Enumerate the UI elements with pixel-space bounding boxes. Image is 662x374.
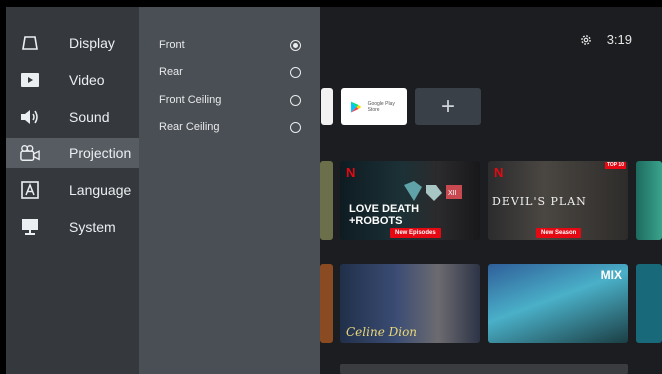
- projection-option-front[interactable]: Front: [139, 34, 320, 58]
- artwork-icon: XII: [404, 181, 462, 201]
- radio-button[interactable]: [290, 40, 301, 51]
- new-season-badge: New Season: [536, 228, 582, 238]
- menu-label: Sound: [69, 109, 110, 125]
- content-card[interactable]: [320, 264, 333, 343]
- content-card-love-death-robots[interactable]: N XII LOVE DEATH +ROBOTS New Episodes: [340, 161, 480, 240]
- album-title: Celine Dion: [346, 325, 418, 339]
- option-label: Front Ceiling: [159, 94, 222, 106]
- menu-label: Display: [69, 35, 115, 51]
- google-play-icon: [351, 101, 362, 112]
- menu-label: Video: [69, 72, 105, 88]
- netflix-icon: N: [346, 165, 356, 180]
- option-label: Front: [159, 39, 185, 51]
- menu-item-display[interactable]: Display: [6, 28, 139, 58]
- projection-submenu: Front Rear Front Ceiling Rear Ceiling: [139, 7, 320, 374]
- projection-option-rear[interactable]: Rear: [139, 61, 320, 85]
- menu-label: System: [69, 219, 116, 235]
- video-icon: [20, 70, 40, 90]
- menu-item-video[interactable]: Video: [6, 65, 139, 95]
- new-episodes-badge: New Episodes: [390, 228, 441, 238]
- netflix-icon: N: [494, 165, 504, 180]
- system-icon: [20, 217, 40, 237]
- menu-item-system[interactable]: System: [6, 212, 139, 242]
- menu-item-projection[interactable]: Projection: [6, 138, 139, 168]
- show-title: DEVIL'S PLAN: [492, 195, 587, 208]
- clock: 3:19: [606, 32, 632, 47]
- content-card[interactable]: [320, 161, 333, 240]
- content-card[interactable]: [636, 264, 662, 343]
- language-icon: [20, 180, 40, 200]
- top10-badge: TOP 10: [604, 162, 626, 169]
- content-row-strip: [340, 364, 628, 374]
- projection-option-front-ceiling[interactable]: Front Ceiling: [139, 89, 320, 113]
- display-icon: [20, 33, 40, 53]
- menu-item-language[interactable]: Language: [6, 175, 139, 205]
- show-title: LOVE DEATH +ROBOTS: [349, 203, 420, 227]
- google-play-label: Google Play Store: [367, 100, 395, 113]
- tv-screen: 3:19 Google Play Store + N XII LOVE DEAT…: [6, 7, 662, 374]
- mix-label: MIX: [600, 268, 622, 282]
- menu-label: Language: [69, 182, 132, 198]
- content-card[interactable]: [636, 161, 662, 240]
- menu-label: Projection: [69, 145, 132, 161]
- radio-button[interactable]: [290, 122, 301, 133]
- add-app-button[interactable]: +: [415, 88, 481, 125]
- projection-option-rear-ceiling[interactable]: Rear Ceiling: [139, 116, 320, 140]
- app-tile[interactable]: [321, 88, 333, 125]
- projection-icon: [20, 143, 40, 163]
- status-bar: 3:19: [579, 32, 632, 47]
- settings-menu: Display Video Sound Projection Language: [6, 7, 139, 374]
- option-label: Rear Ceiling: [159, 121, 220, 133]
- svg-text:XII: XII: [448, 190, 457, 197]
- plus-icon: +: [440, 92, 455, 120]
- option-label: Rear: [159, 66, 183, 78]
- radio-button[interactable]: [290, 95, 301, 106]
- radio-button[interactable]: [290, 67, 301, 78]
- content-card-mix[interactable]: MIX: [488, 264, 628, 343]
- gear-icon[interactable]: [579, 33, 593, 47]
- menu-item-sound[interactable]: Sound: [6, 102, 139, 132]
- sound-icon: [20, 107, 40, 127]
- google-play-store-tile[interactable]: Google Play Store: [341, 88, 407, 125]
- content-card-celine-dion[interactable]: Celine Dion: [340, 264, 480, 343]
- content-card-devils-plan[interactable]: N TOP 10 DEVIL'S PLAN New Season: [488, 161, 628, 240]
